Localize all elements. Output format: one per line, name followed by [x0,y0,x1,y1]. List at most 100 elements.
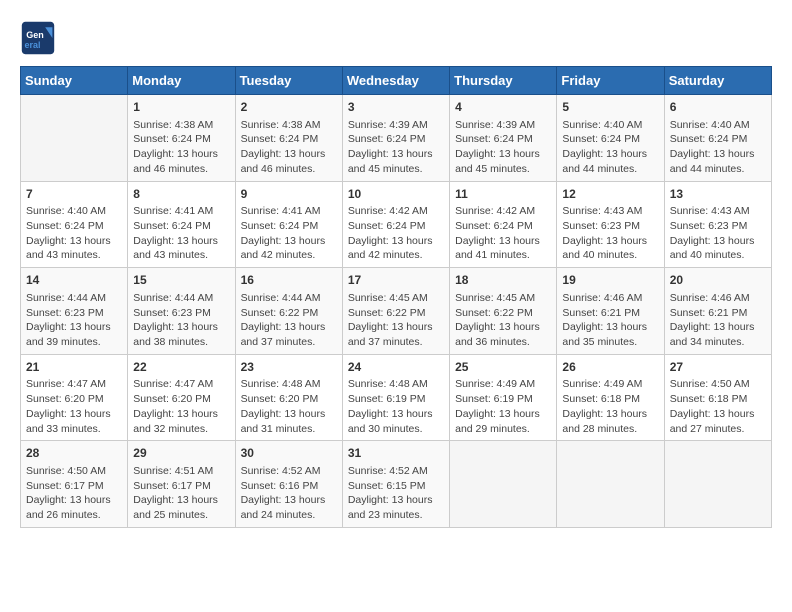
cell-content: Sunrise: 4:39 AMSunset: 6:24 PMDaylight:… [348,118,444,177]
day-header-wednesday: Wednesday [342,67,449,95]
cell-content: Sunrise: 4:38 AMSunset: 6:24 PMDaylight:… [241,118,337,177]
day-number: 22 [133,359,229,376]
calendar-table: SundayMondayTuesdayWednesdayThursdayFrid… [20,66,772,528]
calendar-cell [664,441,771,528]
calendar-cell: 27Sunrise: 4:50 AMSunset: 6:18 PMDayligh… [664,354,771,441]
calendar-week-2: 7Sunrise: 4:40 AMSunset: 6:24 PMDaylight… [21,181,772,268]
day-number: 27 [670,359,766,376]
calendar-cell: 19Sunrise: 4:46 AMSunset: 6:21 PMDayligh… [557,268,664,355]
calendar-cell: 4 Sunrise: 4:39 AMSunset: 6:24 PMDaylight… [450,95,557,182]
day-number: 8 [133,186,229,203]
cell-content: Sunrise: 4:50 AMSunset: 6:18 PMDaylight:… [670,377,766,436]
day-number: 20 [670,272,766,289]
calendar-cell: 26Sunrise: 4:49 AMSunset: 6:18 PMDayligh… [557,354,664,441]
calendar-cell [450,441,557,528]
calendar-cell: 12Sunrise: 4:43 AMSunset: 6:23 PMDayligh… [557,181,664,268]
day-number: 7 [26,186,122,203]
calendar-cell: 6 Sunrise: 4:40 AMSunset: 6:24 PMDaylight… [664,95,771,182]
cell-content: Sunrise: 4:43 AMSunset: 6:23 PMDaylight:… [562,204,658,263]
day-number: 29 [133,445,229,462]
day-number: 19 [562,272,658,289]
calendar-week-1: 1 Sunrise: 4:38 AMSunset: 6:24 PMDaylight… [21,95,772,182]
calendar-body: 1 Sunrise: 4:38 AMSunset: 6:24 PMDaylight… [21,95,772,528]
cell-content: Sunrise: 4:42 AMSunset: 6:24 PMDaylight:… [455,204,551,263]
calendar-cell: 29 Sunrise: 4:51 AMSunset: 6:17 PMDayligh… [128,441,235,528]
calendar-cell: 21Sunrise: 4:47 AMSunset: 6:20 PMDayligh… [21,354,128,441]
calendar-cell: 30Sunrise: 4:52 AMSunset: 6:16 PMDayligh… [235,441,342,528]
calendar-cell: 24Sunrise: 4:48 AMSunset: 6:19 PMDayligh… [342,354,449,441]
cell-content: Sunrise: 4:40 AMSunset: 6:24 PMDaylight:… [670,118,766,177]
calendar-cell: 7Sunrise: 4:40 AMSunset: 6:24 PMDaylight… [21,181,128,268]
calendar-cell: 8Sunrise: 4:41 AMSunset: 6:24 PMDaylight… [128,181,235,268]
day-number: 12 [562,186,658,203]
day-number: 21 [26,359,122,376]
calendar-cell: 10Sunrise: 4:42 AMSunset: 6:24 PMDayligh… [342,181,449,268]
day-number: 4 [455,99,551,116]
calendar-cell: 16Sunrise: 4:44 AMSunset: 6:22 PMDayligh… [235,268,342,355]
day-header-monday: Monday [128,67,235,95]
header-row: SundayMondayTuesdayWednesdayThursdayFrid… [21,67,772,95]
calendar-cell: 5 Sunrise: 4:40 AMSunset: 6:24 PMDaylight… [557,95,664,182]
calendar-week-4: 21Sunrise: 4:47 AMSunset: 6:20 PMDayligh… [21,354,772,441]
cell-content: Sunrise: 4:44 AMSunset: 6:22 PMDaylight:… [241,291,337,350]
day-number: 24 [348,359,444,376]
day-number: 5 [562,99,658,116]
cell-content: Sunrise: 4:47 AMSunset: 6:20 PMDaylight:… [26,377,122,436]
cell-content: Sunrise: 4:45 AMSunset: 6:22 PMDaylight:… [348,291,444,350]
svg-text:Gen: Gen [26,30,44,40]
logo: Gen eral [20,20,62,56]
calendar-cell: 15Sunrise: 4:44 AMSunset: 6:23 PMDayligh… [128,268,235,355]
calendar-cell: 11Sunrise: 4:42 AMSunset: 6:24 PMDayligh… [450,181,557,268]
calendar-cell: 31 Sunrise: 4:52 AMSunset: 6:15 PMDayligh… [342,441,449,528]
calendar-cell: 22Sunrise: 4:47 AMSunset: 6:20 PMDayligh… [128,354,235,441]
calendar-cell: 2 Sunrise: 4:38 AMSunset: 6:24 PMDaylight… [235,95,342,182]
day-number: 30 [241,445,337,462]
cell-content: Sunrise: 4:42 AMSunset: 6:24 PMDaylight:… [348,204,444,263]
day-header-saturday: Saturday [664,67,771,95]
day-number: 2 [241,99,337,116]
calendar-cell: 9Sunrise: 4:41 AMSunset: 6:24 PMDaylight… [235,181,342,268]
calendar-cell: 17Sunrise: 4:45 AMSunset: 6:22 PMDayligh… [342,268,449,355]
day-number: 28 [26,445,122,462]
calendar-cell: 1 Sunrise: 4:38 AMSunset: 6:24 PMDaylight… [128,95,235,182]
cell-content: Sunrise: 4:49 AMSunset: 6:19 PMDaylight:… [455,377,551,436]
day-number: 13 [670,186,766,203]
cell-content: Sunrise: 4:47 AMSunset: 6:20 PMDaylight:… [133,377,229,436]
calendar-cell: 20 Sunrise: 4:46 AMSunset: 6:21 PMDayligh… [664,268,771,355]
cell-content: Sunrise: 4:49 AMSunset: 6:18 PMDaylight:… [562,377,658,436]
calendar-week-5: 28Sunrise: 4:50 AMSunset: 6:17 PMDayligh… [21,441,772,528]
cell-content: Sunrise: 4:44 AMSunset: 6:23 PMDaylight:… [26,291,122,350]
calendar-week-3: 14 Sunrise: 4:44 AMSunset: 6:23 PMDayligh… [21,268,772,355]
day-number: 14 [26,272,122,289]
cell-content: Sunrise: 4:40 AMSunset: 6:24 PMDaylight:… [562,118,658,177]
cell-content: Sunrise: 4:39 AMSunset: 6:24 PMDaylight:… [455,118,551,177]
cell-content: Sunrise: 4:41 AMSunset: 6:24 PMDaylight:… [133,204,229,263]
day-number: 11 [455,186,551,203]
calendar-cell: 23Sunrise: 4:48 AMSunset: 6:20 PMDayligh… [235,354,342,441]
day-number: 23 [241,359,337,376]
day-number: 10 [348,186,444,203]
cell-content: Sunrise: 4:44 AMSunset: 6:23 PMDaylight:… [133,291,229,350]
cell-content: Sunrise: 4:38 AMSunset: 6:24 PMDaylight:… [133,118,229,177]
cell-content: Sunrise: 4:41 AMSunset: 6:24 PMDaylight:… [241,204,337,263]
cell-content: Sunrise: 4:43 AMSunset: 6:23 PMDaylight:… [670,204,766,263]
day-number: 1 [133,99,229,116]
cell-content: Sunrise: 4:52 AMSunset: 6:15 PMDaylight:… [348,464,444,523]
cell-content: Sunrise: 4:46 AMSunset: 6:21 PMDaylight:… [670,291,766,350]
day-header-friday: Friday [557,67,664,95]
day-number: 9 [241,186,337,203]
day-number: 31 [348,445,444,462]
calendar-cell: 28Sunrise: 4:50 AMSunset: 6:17 PMDayligh… [21,441,128,528]
day-number: 26 [562,359,658,376]
page-header: Gen eral [20,20,772,56]
cell-content: Sunrise: 4:51 AMSunset: 6:17 PMDaylight:… [133,464,229,523]
calendar-cell: 18Sunrise: 4:45 AMSunset: 6:22 PMDayligh… [450,268,557,355]
day-number: 6 [670,99,766,116]
day-header-sunday: Sunday [21,67,128,95]
calendar-cell [557,441,664,528]
calendar-cell: 14 Sunrise: 4:44 AMSunset: 6:23 PMDayligh… [21,268,128,355]
logo-icon: Gen eral [20,20,56,56]
day-number: 25 [455,359,551,376]
day-header-thursday: Thursday [450,67,557,95]
cell-content: Sunrise: 4:40 AMSunset: 6:24 PMDaylight:… [26,204,122,263]
